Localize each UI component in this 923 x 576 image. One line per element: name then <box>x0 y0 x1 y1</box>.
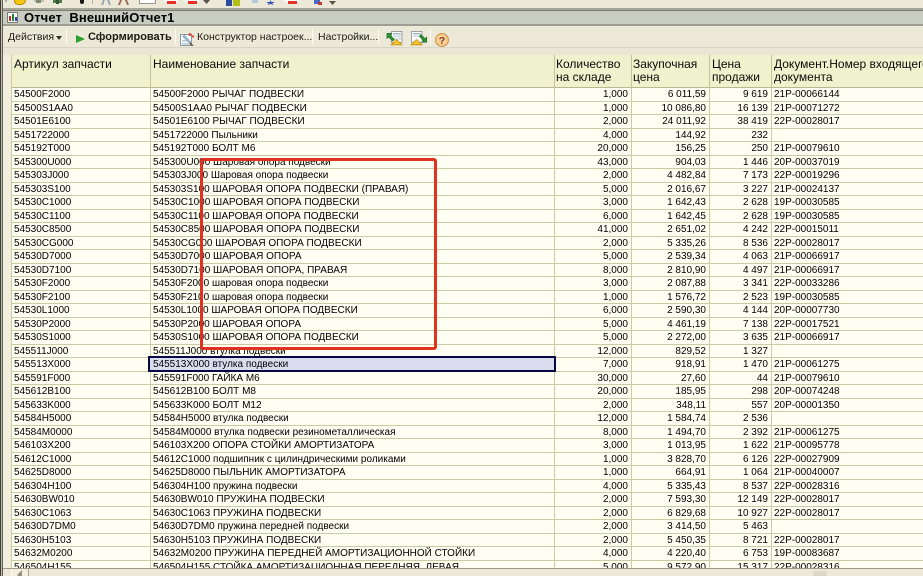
svg-text:?: ? <box>439 35 445 47</box>
